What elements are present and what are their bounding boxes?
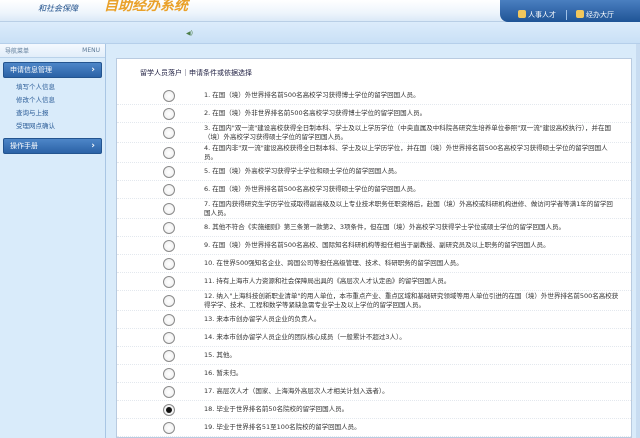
option-label: 11. 持有上海市人力资源和社会保障局出具的《高层次人才认定函》的留学回国人员。 [204,277,451,285]
scrollbar[interactable] [636,44,640,438]
sidebar-group-application[interactable]: 申请信息管理 › [3,62,102,78]
option-radio[interactable] [163,257,175,270]
option-radio[interactable] [163,385,175,398]
option-radio[interactable] [163,367,175,380]
option-label: 16. 暂未归。 [204,369,243,377]
sidebar-group-label: 操作手册 [10,142,38,150]
sidebar-header: 导航菜单 MENU [0,44,105,58]
option-label: 7. 在国内获得研究生学历学位或取得副高级及以上专业技术职务任职资格后，赴国（境… [204,200,613,217]
option-radio[interactable] [163,331,175,344]
option-label: 9. 在国（境）外世界排名前500名高校、国际知名科研机构等担任相当于副教授、副… [204,241,550,249]
option-label: 3. 在国内"双一流"建设高校获得全日制本科、学士及以上学历学位（中央直属及中科… [204,124,611,141]
option-label: 2. 在国（境）外非世界排名前500名高校学习获得博士学位的留学回国人员。 [204,109,427,117]
option-row[interactable]: 4. 在国内非"双一流"建设高校获得全日制本科、学士及以上学历学位，并在国（境）… [117,143,633,163]
option-row[interactable]: 9. 在国（境）外世界排名前500名高校、国际知名科研机构等担任相当于副教授、副… [117,237,633,255]
sidebar-title: 导航菜单 [5,48,30,55]
option-row[interactable]: 3. 在国内"双一流"建设高校获得全日制本科、学士及以上学历学位（中央直属及中科… [117,123,633,143]
option-row[interactable]: 8. 其他不符合《实施细则》第三条第一款第2、3项条件，但在国（境）外高校学习获… [117,219,633,237]
option-row[interactable]: 10. 在世界500强知名企业、跨国公司等担任高级管理、技术、科研职务的留学回国… [117,255,633,273]
option-row[interactable]: 2. 在国（境）外非世界排名前500名高校学习获得博士学位的留学回国人员。 [117,105,633,123]
nav-personnel-button[interactable]: 人事人才 [518,9,556,22]
option-row[interactable]: 17. 高层次人才（国家、上海海外高层次人才相关计划入选者）。 [117,383,633,401]
nav-divider [566,10,567,20]
option-radio[interactable] [163,126,175,139]
sidebar-item-fill-info[interactable]: 填写个人信息 [0,81,105,94]
option-radio[interactable] [163,421,175,434]
option-row[interactable]: 16. 暂未归。 [117,365,633,383]
option-label: 4. 在国内非"双一流"建设高校获得全日制本科、学士及以上学历学位，并在国（境）… [204,144,608,161]
option-radio[interactable] [163,202,175,215]
option-row[interactable]: 18. 毕业于世界排名前50名院校的留学回国人员。 [117,401,633,419]
hall-icon [576,10,584,18]
option-label: 13. 来本市创办留学人员企业的负责人。 [204,315,321,323]
option-radio[interactable] [163,221,175,234]
sidebar-submenu: 填写个人信息 修改个人信息 查询与上报 受理网点确认 [0,78,105,134]
option-radio[interactable] [163,275,175,288]
option-label: 14. 来本市创办留学人员企业的团队核心成员（一般累计不超过3人）。 [204,333,406,341]
person-icon [518,10,526,18]
breadcrumb: 留学人员落户｜申请条件或依据选择 [137,68,255,78]
top-nav: 人事人才 经办大厅 [500,0,640,22]
option-label: 12. 纳入"上海科技创新职业清单"的用人单位，本市重点产业、重点区域和基础研究… [204,292,619,309]
option-radio[interactable] [163,107,175,120]
options-list: 1. 在国（境）外世界排名前500名高校学习获得博士学位的留学回国人员。 2. 在… [117,87,633,437]
option-row[interactable]: 13. 来本市创办留学人员企业的负责人。 [117,311,633,329]
option-label: 1. 在国（境）外世界排名前500名高校学习获得博士学位的留学回国人员。 [204,91,420,99]
option-radio[interactable] [163,403,175,416]
nav-personnel-label: 人事人才 [528,11,556,19]
option-radio[interactable] [163,165,175,178]
option-row[interactable]: 15. 其他。 [117,347,633,365]
toolbar-band: ◀) [0,22,640,44]
bureau-name: 和社会保障 [38,4,78,13]
sidebar-menu-label: MENU [82,47,100,54]
conditions-panel: 留学人员落户｜申请条件或依据选择 1. 在国（境）外世界排名前500名高校学习获… [116,58,633,438]
option-radio[interactable] [163,294,175,307]
option-label: 5. 在国（境）外高校学习获得学士学位和硕士学位的留学回国人员。 [204,167,401,175]
sidebar-group-label: 申请信息管理 [10,66,52,74]
app-header: 和社会保障 自助经办系统 人事人才 经办大厅 [0,0,640,22]
option-radio[interactable] [163,349,175,362]
chevron-right-icon: › [91,141,95,151]
nav-hall-label: 经办大厅 [586,11,614,19]
option-radio[interactable] [163,239,175,252]
sidebar-item-confirm-outlet[interactable]: 受理网点确认 [0,120,105,133]
option-radio[interactable] [163,183,175,196]
option-label: 18. 毕业于世界排名前50名院校的留学回国人员。 [204,405,349,413]
sidebar: 导航菜单 MENU 申请信息管理 › 填写个人信息 修改个人信息 查询与上报 受… [0,44,106,438]
option-row[interactable]: 19. 毕业于世界排名51至100名院校的留学回国人员。 [117,419,633,437]
breadcrumb-section: 留学人员落户 [140,69,182,77]
option-label: 17. 高层次人才（国家、上海海外高层次人才相关计划入选者）。 [204,387,389,395]
option-label: 8. 其他不符合《实施细则》第三条第一款第2、3项条件，但在国（境）外高校学习获… [204,223,566,231]
option-row[interactable]: 12. 纳入"上海科技创新职业清单"的用人单位，本市重点产业、重点区域和基础研究… [117,291,633,311]
option-row[interactable]: 14. 来本市创办留学人员企业的团队核心成员（一般累计不超过3人）。 [117,329,633,347]
option-radio[interactable] [163,146,175,159]
option-row[interactable]: 7. 在国内获得研究生学历学位或取得副高级及以上专业技术职务任职资格后，赴国（境… [117,199,633,219]
option-radio[interactable] [163,89,175,102]
option-label: 15. 其他。 [204,351,236,359]
main-content: 留学人员落户｜申请条件或依据选择 1. 在国（境）外世界排名前500名高校学习获… [107,44,640,438]
nav-hall-button[interactable]: 经办大厅 [576,9,614,22]
sidebar-item-query-report[interactable]: 查询与上报 [0,107,105,120]
speaker-icon[interactable]: ◀) [186,30,193,37]
chevron-right-icon: › [91,65,95,75]
option-radio[interactable] [163,313,175,326]
option-row[interactable]: 6. 在国（境）外世界排名前500名高校学习获得硕士学位的留学回国人员。 [117,181,633,199]
breadcrumb-page: 申请条件或依据选择 [189,69,252,77]
option-label: 19. 毕业于世界排名51至100名院校的留学回国人员。 [204,423,361,431]
option-row[interactable]: 5. 在国（境）外高校学习获得学士学位和硕士学位的留学回国人员。 [117,163,633,181]
sidebar-group-manual[interactable]: 操作手册 › [3,138,102,154]
system-title: 自助经办系统 [104,0,188,14]
sidebar-item-edit-info[interactable]: 修改个人信息 [0,94,105,107]
option-row[interactable]: 11. 持有上海市人力资源和社会保障局出具的《高层次人才认定函》的留学回国人员。 [117,273,633,291]
option-row[interactable]: 1. 在国（境）外世界排名前500名高校学习获得博士学位的留学回国人员。 [117,87,633,105]
option-label: 10. 在世界500强知名企业、跨国公司等担任高级管理、技术、科研职务的留学回国… [204,259,463,267]
option-label: 6. 在国（境）外世界排名前500名高校学习获得硕士学位的留学回国人员。 [204,185,420,193]
